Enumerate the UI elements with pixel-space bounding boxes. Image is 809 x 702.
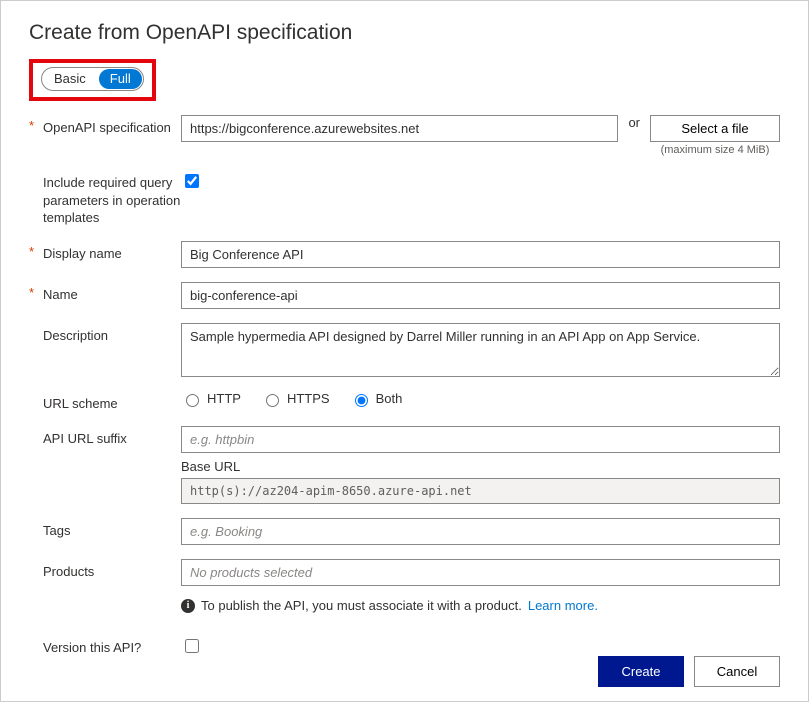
- api-suffix-label: API URL suffix: [43, 430, 181, 448]
- include-params-checkbox[interactable]: [185, 174, 199, 188]
- required-marker: *: [29, 286, 37, 299]
- radio-http-input[interactable]: [186, 394, 199, 407]
- required-marker: *: [29, 245, 37, 258]
- url-scheme-label: URL scheme: [43, 395, 181, 413]
- include-params-label: Include required query parameters in ope…: [43, 174, 181, 227]
- radio-both-label: Both: [376, 391, 403, 406]
- radio-both-input[interactable]: [355, 394, 368, 407]
- select-file-button[interactable]: Select a file: [650, 115, 780, 142]
- products-info-text: To publish the API, you must associate i…: [201, 598, 522, 613]
- create-button[interactable]: Create: [598, 656, 684, 687]
- toggle-basic[interactable]: Basic: [42, 68, 98, 90]
- radio-http-label: HTTP: [207, 391, 241, 406]
- toggle-full[interactable]: Full: [99, 69, 142, 89]
- openapi-input[interactable]: [181, 115, 618, 142]
- learn-more-link[interactable]: Learn more.: [528, 598, 598, 613]
- radio-https-label: HTTPS: [287, 391, 330, 406]
- radio-both[interactable]: Both: [350, 391, 403, 407]
- cancel-button[interactable]: Cancel: [694, 656, 780, 687]
- api-suffix-input[interactable]: [181, 426, 780, 453]
- maxsize-text: (maximum size 4 MiB): [661, 144, 770, 156]
- display-name-label: Display name: [43, 245, 181, 263]
- description-label: Description: [43, 327, 181, 345]
- display-name-input[interactable]: [181, 241, 780, 268]
- base-url-label: Base URL: [181, 459, 780, 474]
- tags-label: Tags: [43, 522, 181, 540]
- mode-toggle[interactable]: Basic Full: [41, 67, 144, 91]
- description-textarea[interactable]: Sample hypermedia API designed by Darrel…: [181, 323, 780, 377]
- footer-bar: Create Cancel: [1, 642, 808, 701]
- mode-toggle-highlight: Basic Full: [29, 59, 156, 101]
- name-input[interactable]: [181, 282, 780, 309]
- tags-input[interactable]: [181, 518, 780, 545]
- radio-https[interactable]: HTTPS: [261, 391, 330, 407]
- base-url-field: http(s)://az204-apim-8650.azure-api.net: [181, 478, 780, 504]
- page-title: Create from OpenAPI specification: [29, 21, 780, 45]
- info-icon: i: [181, 599, 195, 613]
- or-text: or: [628, 115, 640, 130]
- name-label: Name: [43, 286, 181, 304]
- products-input[interactable]: [181, 559, 780, 586]
- products-label: Products: [43, 563, 181, 581]
- required-marker: *: [29, 119, 37, 132]
- openapi-label: OpenAPI specification: [43, 119, 181, 137]
- radio-http[interactable]: HTTP: [181, 391, 241, 407]
- radio-https-input[interactable]: [266, 394, 279, 407]
